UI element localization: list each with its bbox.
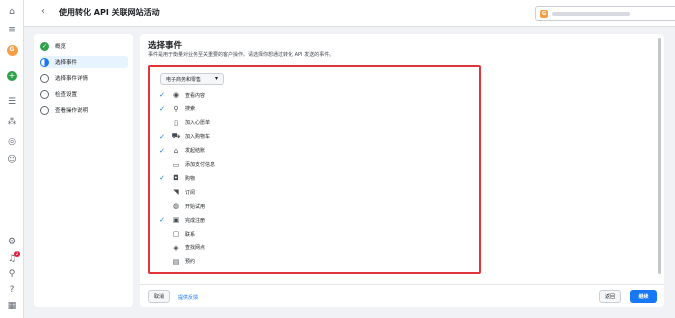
page-title: 使用转化 API 关联网站活动 bbox=[59, 8, 160, 17]
step-event-details[interactable]: 选择事件详情 bbox=[40, 72, 128, 84]
audience-icon[interactable]: ☺ bbox=[6, 154, 18, 166]
section-description: 事件是用于衡量对业务至关重要的客户操作。请选择你想通过转化 API 发送的事件。 bbox=[148, 52, 335, 58]
step-label: 选择事件 bbox=[55, 60, 78, 66]
checkmark-icon[interactable]: ✓ bbox=[158, 133, 166, 141]
event-label: 搜索 bbox=[185, 106, 196, 113]
event-label: 加入心愿单 bbox=[185, 120, 211, 127]
rss-icon: ◥ bbox=[173, 188, 179, 197]
avatar[interactable]: G bbox=[6, 44, 18, 56]
caret-down-icon: ▾ bbox=[214, 75, 218, 82]
main-panel: 选择事件 事件是用于衡量对业务至关重要的客户操作。请选择你想通过转化 API 发… bbox=[140, 34, 664, 307]
event-label: 查找网点 bbox=[185, 245, 206, 252]
event-label: 查看内容 bbox=[185, 92, 206, 99]
event-row[interactable]: ▭ 添加支付信息 bbox=[158, 159, 358, 171]
event-row[interactable]: ✓ ▣ 完成注册 bbox=[158, 214, 358, 226]
continue-button[interactable]: 继续 bbox=[630, 290, 657, 303]
event-label: 开始试用 bbox=[185, 203, 206, 210]
back-arrow-icon[interactable]: ‹ bbox=[41, 6, 45, 17]
list-icon[interactable]: ☰ bbox=[6, 96, 18, 108]
step-label: 概览 bbox=[55, 44, 67, 50]
step-review-setup[interactable]: 检查设置 bbox=[40, 88, 128, 100]
form-check-icon: ▣ bbox=[172, 216, 180, 225]
event-row[interactable]: ◥ 订阅 bbox=[158, 186, 358, 198]
event-label: 添加支付信息 bbox=[185, 162, 216, 168]
checkmark-icon[interactable]: ✓ bbox=[158, 174, 166, 182]
cancel-button[interactable]: 取消 bbox=[148, 290, 170, 303]
event-row[interactable]: ▯ 加入心愿单 bbox=[158, 117, 358, 129]
event-row[interactable]: ✓ ⌂ 发起结账 bbox=[158, 145, 358, 157]
help-icon[interactable]: ? bbox=[6, 284, 18, 296]
feedback-link[interactable]: 提供反馈 bbox=[178, 294, 198, 301]
calendar-icon: ▤ bbox=[172, 257, 180, 266]
credit-card-icon: ▭ bbox=[172, 160, 180, 169]
bank-icon: ⌂ bbox=[173, 146, 179, 155]
back-button[interactable]: 返回 bbox=[599, 290, 621, 303]
category-dropdown-value: 电子商务和零售 bbox=[166, 76, 202, 83]
footer: 取消 提供反馈 返回 继续 bbox=[140, 284, 664, 307]
step-label: 检查设置 bbox=[55, 92, 78, 98]
left-rail: ⌂ ≡ G + ☰ ⁂ ◎ ☺ ⚙ ♫ 2 ⚲ ? ▦ bbox=[0, 0, 24, 318]
event-label: 预约 bbox=[185, 259, 196, 266]
steps-panel: ✓ 概览 选择事件 选择事件详情 检查设置 查看操作说明 bbox=[34, 34, 133, 307]
notifications-icon[interactable]: ♫ 2 bbox=[6, 251, 20, 265]
section-title: 选择事件 bbox=[148, 41, 183, 51]
step-overview[interactable]: ✓ 概览 bbox=[40, 40, 128, 52]
event-label: 订阅 bbox=[185, 189, 196, 196]
step-select-events[interactable]: 选择事件 bbox=[40, 56, 128, 68]
settings-icon[interactable]: ⚙ bbox=[6, 236, 18, 248]
event-row[interactable]: ✓ ◘ 购物 bbox=[158, 172, 358, 184]
top-bar: ‹ 使用转化 API 关联网站活动 G ▼ bbox=[24, 0, 675, 27]
account-name-redacted bbox=[552, 12, 630, 16]
event-label: 加入购物车 bbox=[185, 134, 211, 141]
create-icon[interactable]: + bbox=[6, 70, 18, 82]
event-row[interactable]: ✓ ⛟ 加入购物车 bbox=[158, 131, 358, 143]
checkmark-icon[interactable]: ✓ bbox=[158, 216, 166, 224]
category-dropdown[interactable]: 电子商务和零售 ▾ bbox=[160, 73, 224, 85]
eye-icon: ◉ bbox=[172, 91, 180, 99]
check-circle-icon: ✓ bbox=[40, 41, 49, 51]
account-avatar: G bbox=[540, 10, 548, 18]
event-row[interactable]: ✓ ◉ 查看内容 bbox=[158, 89, 358, 101]
event-selection-box: 电子商务和零售 ▾ ✓ ◉ 查看内容 ✓ ⚲ 搜索 ▯ 加入心愿单 ✓ ⛟ 加入购物车 ✓ ⌂ 发起结账 ▭… bbox=[148, 65, 481, 274]
clipboard-icon: ▯ bbox=[174, 118, 178, 127]
step-label: 查看操作说明 bbox=[55, 108, 89, 114]
event-row[interactable]: ▤ 预约 bbox=[158, 256, 358, 268]
menu-icon[interactable]: ≡ bbox=[6, 24, 18, 36]
event-row[interactable]: ✓ ⚲ 搜索 bbox=[158, 103, 358, 115]
event-label: 完成注册 bbox=[185, 217, 206, 224]
empty-circle-icon bbox=[40, 89, 49, 99]
account-selector[interactable]: G ▼ bbox=[535, 6, 675, 21]
shield-icon[interactable]: ◎ bbox=[6, 136, 18, 148]
step-label: 选择事件详情 bbox=[55, 76, 89, 82]
scrollbar[interactable] bbox=[658, 38, 661, 274]
notification-badge: 2 bbox=[14, 251, 20, 257]
progress-circle-icon bbox=[40, 57, 49, 67]
checkmark-icon[interactable]: ✓ bbox=[158, 91, 166, 99]
location-icon: ◈ bbox=[173, 243, 179, 252]
event-label: 联系 bbox=[185, 231, 196, 238]
empty-circle-icon bbox=[40, 73, 49, 83]
bag-icon: ◘ bbox=[173, 174, 179, 183]
cart-icon: ⛟ bbox=[171, 132, 181, 141]
step-instructions[interactable]: 查看操作说明 bbox=[40, 104, 128, 116]
event-label: 发起结账 bbox=[185, 148, 206, 155]
event-row[interactable]: ◍ 开始试用 bbox=[158, 200, 358, 212]
event-row[interactable]: ▢ 联系 bbox=[158, 228, 358, 240]
trial-icon: ◍ bbox=[172, 202, 180, 211]
chat-icon: ▢ bbox=[172, 230, 180, 238]
panel-icon[interactable]: ▦ bbox=[6, 300, 18, 312]
search-icon[interactable]: ⚲ bbox=[6, 268, 18, 280]
search-icon: ⚲ bbox=[173, 104, 179, 113]
avatar-initial: G bbox=[6, 44, 18, 56]
event-label: 购物 bbox=[185, 175, 196, 182]
checkmark-icon[interactable]: ✓ bbox=[158, 105, 166, 113]
checkmark-icon[interactable]: ✓ bbox=[158, 147, 166, 155]
empty-circle-icon bbox=[40, 105, 49, 115]
home-icon[interactable]: ⌂ bbox=[6, 6, 18, 18]
network-icon[interactable]: ⁂ bbox=[6, 116, 18, 128]
event-row[interactable]: ◈ 查找网点 bbox=[158, 242, 358, 254]
